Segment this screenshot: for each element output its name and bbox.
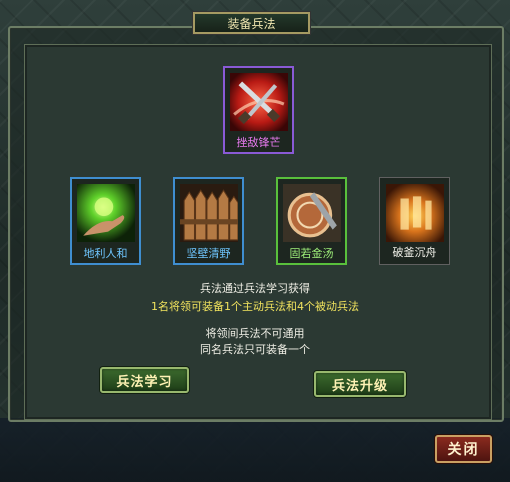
skill-label-1: 地利人和 (83, 247, 128, 260)
skill-slot-featured[interactable]: 挫敌锋芒 (223, 66, 294, 154)
info-line-4: 同名兵法只可装备一个 (200, 343, 310, 356)
info-line-2: 1名将领可装备1个主动兵法和4个被动兵法 (151, 300, 359, 313)
skill-slot-2[interactable]: 坚壁清野 (173, 177, 244, 265)
skill-slot-4[interactable]: 破釜沉舟 (379, 177, 450, 265)
info-line-1: 兵法通过兵法学习获得 (200, 282, 310, 295)
wooden-palisade-icon (180, 184, 238, 242)
skill-slot-1[interactable]: 地利人和 (70, 177, 141, 265)
skill-label-2: 坚壁清野 (186, 247, 231, 260)
skill-slot-3[interactable]: 固若金汤 (276, 177, 347, 265)
bronze-shield-icon (283, 184, 341, 242)
skill-label-3: 固若金汤 (289, 247, 334, 260)
crossed-blades-icon (230, 73, 288, 131)
close-button[interactable]: 关闭 (435, 435, 492, 463)
info-line-3: 将领间兵法不可通用 (205, 327, 305, 340)
green-energy-hand-icon (77, 184, 135, 242)
skill-label-featured: 挫敌锋芒 (236, 136, 281, 149)
skill-label-4: 破釜沉舟 (392, 246, 437, 259)
chat-area-background (0, 418, 510, 482)
dialog-title: 装备兵法 (193, 12, 310, 34)
upgrade-skill-button[interactable]: 兵法升级 (314, 371, 406, 397)
fire-seal-icon (386, 184, 444, 242)
learn-skill-button[interactable]: 兵法学习 (100, 367, 189, 393)
